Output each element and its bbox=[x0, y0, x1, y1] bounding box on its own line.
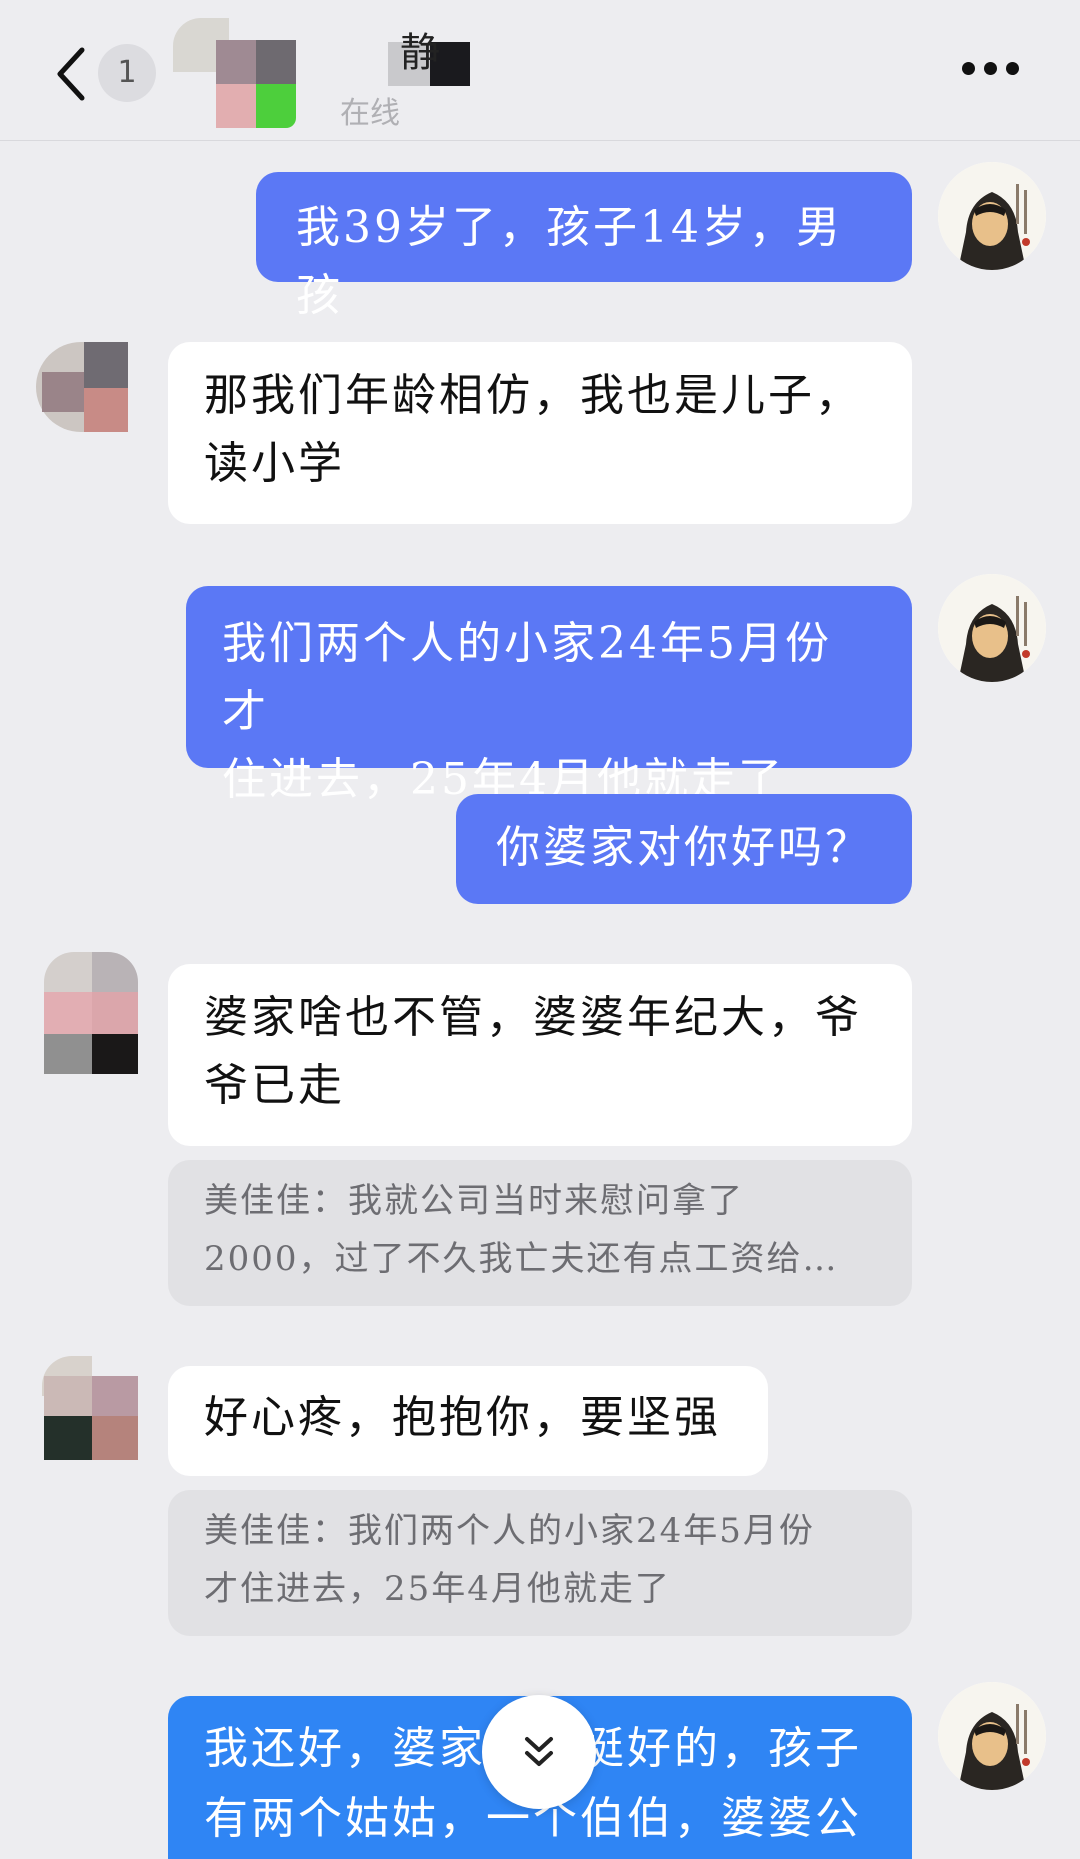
contact-avatar[interactable] bbox=[38, 1356, 148, 1462]
warrior-portrait-icon bbox=[938, 1682, 1046, 1790]
my-avatar[interactable] bbox=[938, 162, 1046, 270]
chat-header: 1 静 在线 bbox=[0, 0, 1080, 141]
message-text-line: 我们两个人的小家24年5月份才 bbox=[222, 618, 832, 737]
contact-avatar[interactable] bbox=[36, 342, 146, 452]
contact-avatar[interactable] bbox=[38, 952, 148, 1076]
message-text: 你婆家对你好吗？ bbox=[496, 822, 872, 873]
quote-text-line: 2000，过了不久我亡夫还有点工资给… bbox=[204, 1239, 839, 1279]
quote-text-line: 美佳佳：我就公司当时来慰问拿了 bbox=[204, 1181, 744, 1221]
my-message-bubble[interactable]: 你婆家对你好吗？ bbox=[456, 794, 912, 904]
my-message-bubble[interactable]: 我们两个人的小家24年5月份才 住进去，25年4月他就走了 bbox=[186, 586, 912, 805]
message-text-line: 婆家啥也不管，婆婆年纪大，爷 bbox=[204, 992, 862, 1043]
my-message-bubble[interactable]: 我39岁了，孩子14岁，男孩 bbox=[256, 172, 912, 321]
contact-avatar[interactable] bbox=[173, 18, 303, 128]
message-text-line: 读小学 bbox=[204, 438, 345, 489]
warrior-portrait-icon bbox=[938, 574, 1046, 682]
their-message-bubble[interactable]: 那我们年龄相仿，我也是儿子， 读小学 bbox=[168, 342, 912, 524]
warrior-portrait-icon bbox=[938, 162, 1046, 270]
their-message-bubble[interactable]: 婆家啥也不管，婆婆年纪大，爷 爷已走 bbox=[168, 964, 912, 1146]
message-text: 我39岁了，孩子14岁，男孩 bbox=[296, 202, 843, 321]
more-dots-icon[interactable] bbox=[962, 60, 1028, 84]
their-message-bubble[interactable]: 好心疼，抱抱你，要坚强 bbox=[168, 1366, 768, 1476]
my-avatar[interactable] bbox=[938, 574, 1046, 682]
quote-text-line: 才住进去，25年4月他就走了 bbox=[204, 1569, 671, 1609]
quoted-reply[interactable]: 美佳佳：我们两个人的小家24年5月份 才住进去，25年4月他就走了 bbox=[168, 1490, 912, 1636]
my-avatar[interactable] bbox=[938, 1682, 1046, 1790]
unread-count-badge[interactable]: 1 bbox=[98, 44, 156, 102]
quote-text-line: 美佳佳：我们两个人的小家24年5月份 bbox=[204, 1511, 815, 1551]
contact-online-status: 在线 bbox=[340, 96, 400, 131]
message-text: 好心疼，抱抱你，要坚强 bbox=[204, 1392, 721, 1443]
message-text-line: 爷已走 bbox=[204, 1060, 345, 1111]
quoted-reply[interactable]: 美佳佳：我就公司当时来慰问拿了 2000，过了不久我亡夫还有点工资给… bbox=[168, 1160, 912, 1306]
double-chevron-down-icon bbox=[525, 1737, 553, 1766]
message-text-line: 那我们年龄相仿，我也是儿子， bbox=[204, 370, 862, 421]
scroll-to-bottom-button[interactable] bbox=[482, 1695, 596, 1809]
back-chevron-icon[interactable] bbox=[52, 44, 92, 104]
contact-name: 静 bbox=[400, 30, 440, 76]
